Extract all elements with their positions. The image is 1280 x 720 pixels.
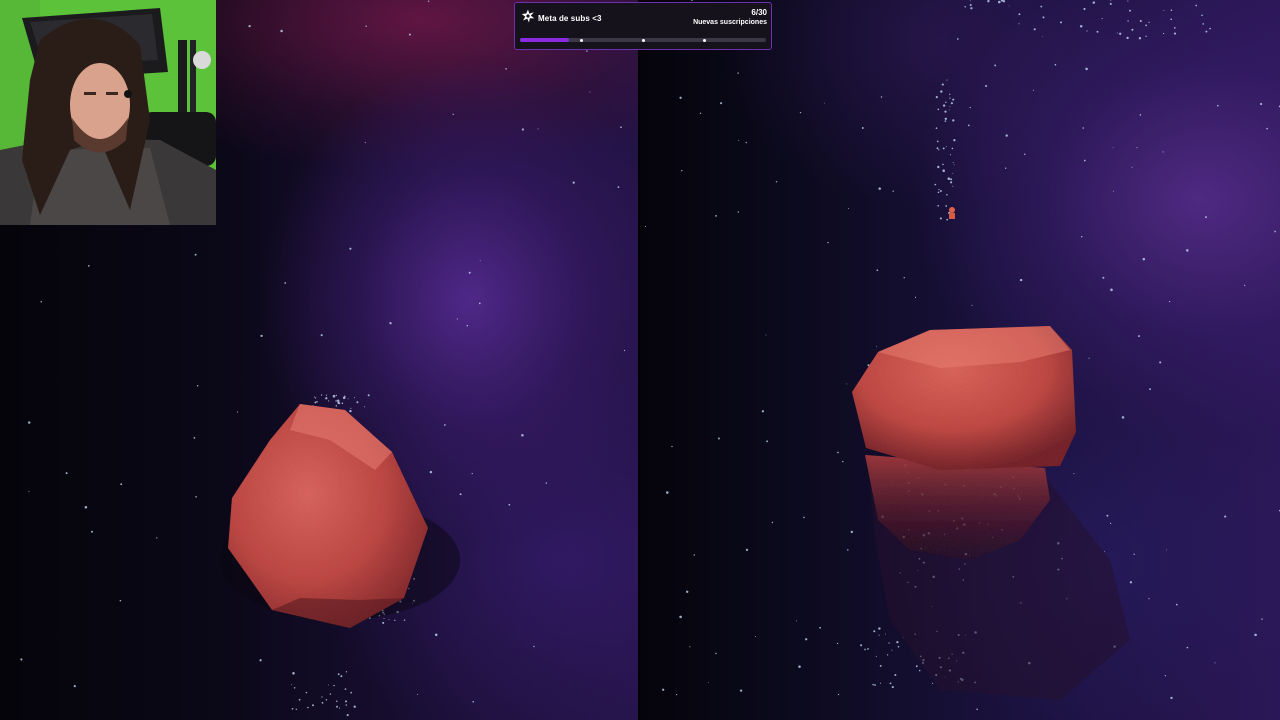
goal-count: 6/30	[751, 8, 767, 17]
right-rock	[852, 207, 1130, 700]
goal-milestone-marker	[641, 38, 645, 42]
player-character	[949, 207, 955, 219]
goal-progress-bar	[520, 38, 766, 42]
sub-goal-widget: Meta de subs <3 6/30 Nuevas suscripcione…	[514, 2, 772, 50]
stream-view: Meta de subs <3 6/30 Nuevas suscripcione…	[0, 0, 1280, 720]
goal-title: Meta de subs <3	[538, 14, 602, 23]
goal-progress-fill	[520, 38, 570, 42]
streamer-webcam-image	[0, 0, 216, 225]
webcam-overlay	[0, 0, 216, 225]
goal-milestone-marker	[580, 38, 583, 42]
goal-milestone-marker	[703, 38, 706, 42]
game-pane-right	[640, 0, 1280, 720]
star-burst-icon	[521, 9, 535, 23]
goal-subtitle: Nuevas suscripciones	[693, 19, 767, 26]
